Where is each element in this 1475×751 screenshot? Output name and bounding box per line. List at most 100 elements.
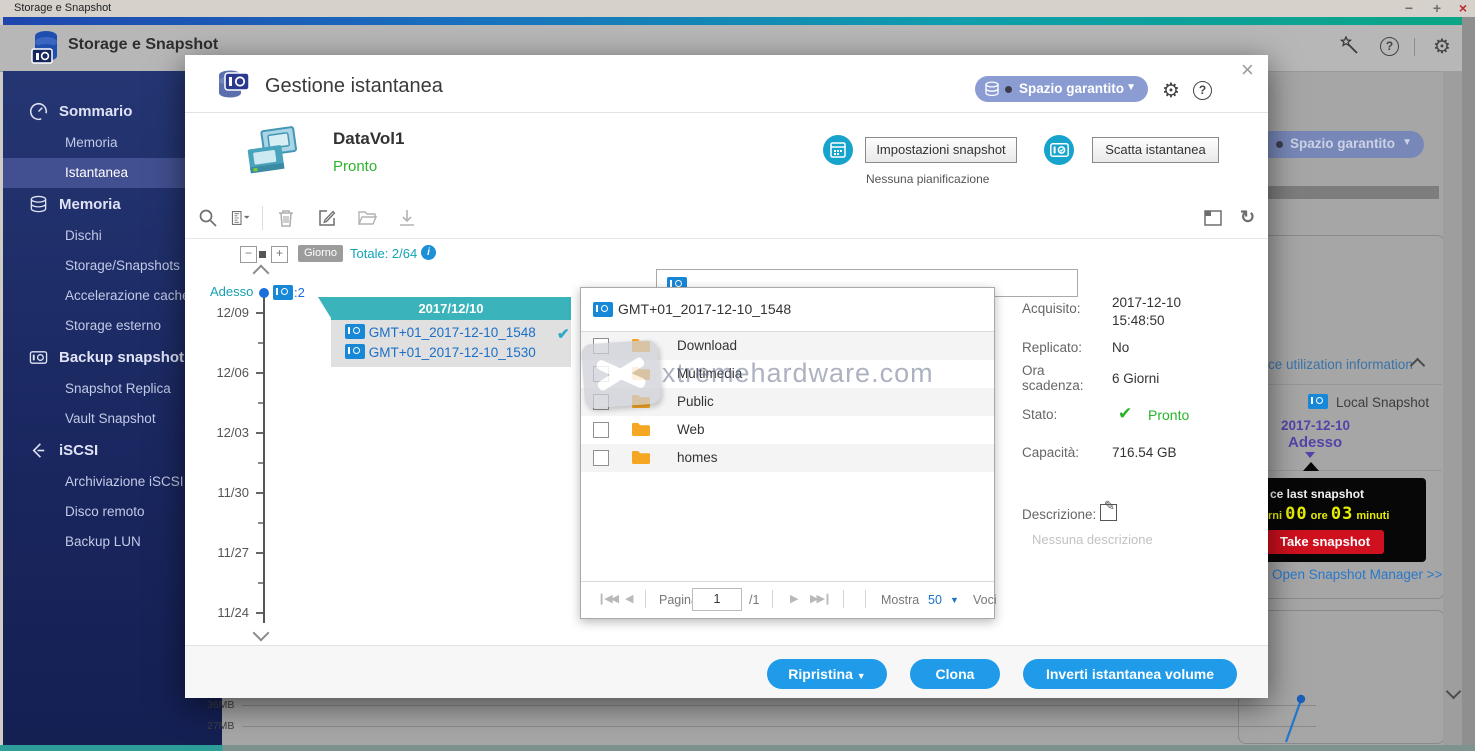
settings-gear-icon[interactable]: ⚙ xyxy=(1433,34,1451,59)
folder-row[interactable]: homes xyxy=(581,444,994,472)
snapshot-settings-button[interactable]: Impostazioni snapshot xyxy=(865,137,1017,163)
header-divider xyxy=(1414,38,1415,56)
toolbar-divider xyxy=(262,206,263,230)
download-icon[interactable] xyxy=(397,208,417,228)
background-toolbar-bar xyxy=(1245,186,1439,199)
edit-description-icon[interactable] xyxy=(1100,504,1117,521)
next-page-icon[interactable]: ▶ xyxy=(790,592,796,605)
snapshot-name: GMT+01_2017-12-10_1548 xyxy=(369,325,536,340)
edit-icon[interactable] xyxy=(317,208,337,228)
refresh-icon[interactable]: ↻ xyxy=(1240,207,1255,228)
status-check-icon: ✔ xyxy=(1118,404,1132,424)
zoom-in-button[interactable]: + xyxy=(271,246,288,263)
volume-icon xyxy=(245,125,301,175)
acquired-date: 2017-12-10 xyxy=(1112,295,1181,310)
screen: Storage e Snapshot − + × Storage e Snaps… xyxy=(0,0,1475,751)
capacity-value: 716.54 GB xyxy=(1112,445,1177,460)
utilization-info-link[interactable]: ce utilization information xyxy=(1268,357,1413,372)
search-icon[interactable] xyxy=(198,208,218,228)
description-label: Descrizione: xyxy=(1022,507,1106,522)
restore-button[interactable]: Ripristina ▼ xyxy=(767,659,887,689)
sidebar-item-label: Backup LUN xyxy=(65,534,141,549)
timeline-date[interactable]: 12/06 xyxy=(203,365,249,380)
revert-volume-button[interactable]: Inverti istantanea volume xyxy=(1023,659,1237,689)
timeline-now-dot xyxy=(259,288,269,298)
clone-button[interactable]: Clona xyxy=(910,659,1000,689)
app-title: Storage e Snapshot xyxy=(68,36,218,54)
sidebar-item-label: Disco remoto xyxy=(65,504,145,519)
grid-label-36mb: 36MB xyxy=(207,699,234,711)
folder-name: homes xyxy=(677,450,718,465)
checkbox[interactable] xyxy=(593,422,609,438)
sidebar-item-label: Vault Snapshot xyxy=(65,411,156,426)
timeline-date[interactable]: 11/24 xyxy=(203,605,249,620)
restore-label: Ripristina xyxy=(788,666,853,682)
minimize-button[interactable]: − xyxy=(1398,0,1420,16)
timeline-date[interactable]: 12/03 xyxy=(203,425,249,440)
folder-icon xyxy=(631,449,651,465)
dialog-help-icon[interactable]: ? xyxy=(1193,81,1212,100)
guaranteed-space-dropdown[interactable]: Spazio garantito ▼ xyxy=(975,76,1148,102)
snapshot-day-card: 2017/12/10 GMT+01_2017-12-10_1548 ✔ GMT+… xyxy=(331,297,571,367)
status-dot xyxy=(1276,141,1283,148)
close-window-button[interactable]: × xyxy=(1452,0,1474,16)
sidebar-group-label: Memoria xyxy=(59,196,121,213)
snapshot-item[interactable]: GMT+01_2017-12-10_1530 xyxy=(345,343,536,363)
maximize-button[interactable]: + xyxy=(1426,0,1448,16)
help-icon[interactable]: ? xyxy=(1380,37,1399,56)
view-options-icon[interactable] xyxy=(231,208,251,228)
marker-triangle-icon xyxy=(1305,452,1315,458)
wizard-wand-icon[interactable] xyxy=(1340,36,1360,56)
panel-view-icon[interactable] xyxy=(1203,208,1223,228)
open-snapshot-manager-link[interactable]: Open Snapshot Manager >> xyxy=(1272,567,1442,582)
first-page-icon[interactable]: ❙◀◀ xyxy=(597,592,617,605)
zoom-level-dot xyxy=(259,251,266,258)
timeline-date[interactable]: 11/30 xyxy=(203,485,249,500)
page-size-dropdown[interactable]: 50 xyxy=(928,593,942,607)
gauge-icon xyxy=(29,102,48,121)
acquired-time: 15:48:50 xyxy=(1112,313,1165,328)
scrollbar-track[interactable] xyxy=(1443,71,1462,745)
volume-status: Pronto xyxy=(333,158,377,175)
timeline-now-label: Adesso xyxy=(210,284,253,299)
prev-page-icon[interactable]: ◀ xyxy=(625,592,631,605)
take-snapshot-button-dialog[interactable]: Scatta istantanea xyxy=(1092,137,1219,163)
card-date-header: 2017/12/10 xyxy=(331,297,571,320)
folder-row[interactable]: Web xyxy=(581,416,994,444)
delete-trash-icon[interactable] xyxy=(276,208,296,228)
watermark-text: xtremehardware.com xyxy=(662,358,934,389)
dialog-title: Gestione istantanea xyxy=(265,75,443,98)
background-card-lower xyxy=(1238,610,1445,744)
database-icon xyxy=(984,81,1000,97)
timeline-date[interactable]: 11/27 xyxy=(203,545,249,560)
dialog-title-icon xyxy=(215,67,255,103)
folder-open-icon[interactable] xyxy=(357,208,377,228)
timeline-date[interactable]: 12/09 xyxy=(203,305,249,320)
info-icon[interactable]: i xyxy=(421,245,436,260)
gridline xyxy=(242,726,1316,727)
dialog-close-icon[interactable]: × xyxy=(1241,57,1254,83)
dialog-footer: Ripristina ▼ Clona Inverti istantanea vo… xyxy=(185,645,1268,698)
last-page-icon[interactable]: ▶▶❙ xyxy=(810,592,830,605)
sidebar-group-label: iSCSI xyxy=(59,442,98,459)
period-badge: Giorno xyxy=(298,245,343,262)
dialog-header: Gestione istantanea Spazio garantito ▼ ⚙… xyxy=(185,55,1268,113)
gridline xyxy=(242,705,1316,706)
items-label: Voci xyxy=(973,593,997,607)
chevron-down-icon[interactable]: ▼ xyxy=(950,595,959,605)
divider xyxy=(645,590,646,608)
take-snapshot-button[interactable]: Take snapshot xyxy=(1266,530,1384,554)
checkbox[interactable] xyxy=(593,450,609,466)
snapshot-toolbar: ↻ xyxy=(185,199,1268,239)
background-space-pill[interactable]: Spazio garantito ▼ xyxy=(1250,131,1424,158)
timeline-scroll-down-icon[interactable] xyxy=(253,625,270,642)
snapshot-item-selected[interactable]: GMT+01_2017-12-10_1548 ✔ xyxy=(345,323,536,343)
timeline-scroll-up-icon[interactable] xyxy=(253,265,270,282)
snapshot-settings-gear-icon[interactable]: ⚙ xyxy=(1162,78,1180,103)
snapshot-name: GMT+01_2017-12-10_1530 xyxy=(369,345,536,360)
page-input[interactable]: 1 xyxy=(692,588,742,611)
zoom-out-button[interactable]: − xyxy=(240,246,257,263)
volume-name: DataVol1 xyxy=(333,129,405,149)
watermark-logo xyxy=(581,339,661,408)
divider xyxy=(843,590,844,608)
